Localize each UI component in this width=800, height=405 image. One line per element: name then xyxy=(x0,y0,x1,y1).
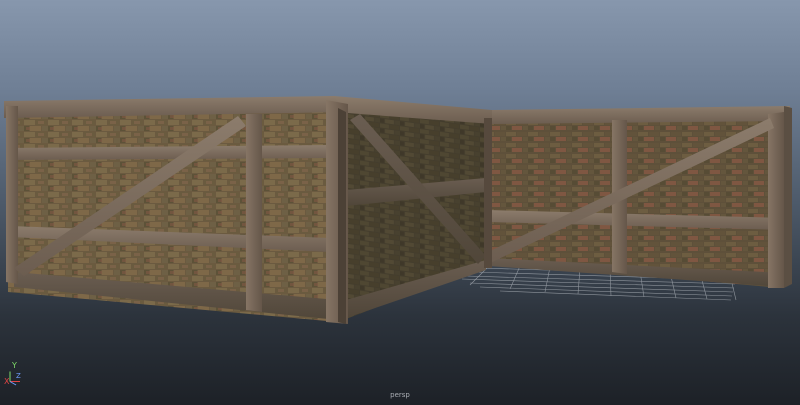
camera-name-label: persp xyxy=(390,391,410,399)
axis-x-label: X xyxy=(4,377,10,386)
brick-wall-left-front xyxy=(4,96,348,324)
axis-z-label: Z xyxy=(16,372,21,380)
maya-perspective-viewport[interactable]: X Y Z persp xyxy=(0,0,800,405)
axis-y-label: Y xyxy=(12,361,17,370)
brick-wall-left-side xyxy=(334,96,492,322)
brick-wall-right xyxy=(488,106,792,288)
scene-3d-view[interactable] xyxy=(0,0,800,405)
view-axis-gizmo: X Y Z xyxy=(4,361,34,391)
